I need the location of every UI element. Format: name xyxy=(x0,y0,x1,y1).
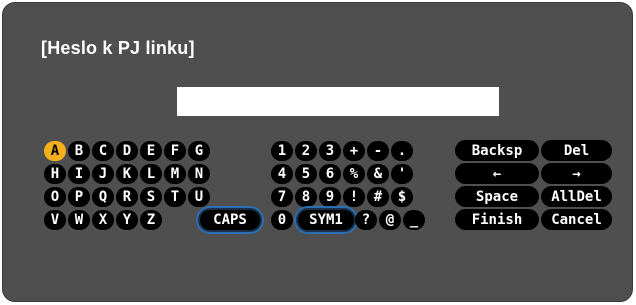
delete-button[interactable]: Del xyxy=(541,140,612,161)
key-d[interactable]: D xyxy=(116,141,138,161)
cursor-right-button[interactable]: → xyxy=(541,163,612,184)
key-apostrophe[interactable]: ' xyxy=(391,164,413,184)
key-q[interactable]: Q xyxy=(92,187,114,207)
key-c[interactable]: C xyxy=(92,141,114,161)
cursor-left-button[interactable]: ← xyxy=(455,163,539,184)
key-a[interactable]: A xyxy=(44,141,66,161)
key-g[interactable]: G xyxy=(188,141,210,161)
key-dollar[interactable]: $ xyxy=(391,187,413,207)
sym1-button[interactable]: SYM1 xyxy=(298,210,354,230)
key-n[interactable]: N xyxy=(188,164,210,184)
key-8[interactable]: 8 xyxy=(295,187,317,207)
key-l[interactable]: L xyxy=(140,164,162,184)
key-at[interactable]: @ xyxy=(379,210,401,230)
key-r[interactable]: R xyxy=(116,187,138,207)
key-3[interactable]: 3 xyxy=(319,141,341,161)
space-button[interactable]: Space xyxy=(455,186,539,207)
key-6[interactable]: 6 xyxy=(319,164,341,184)
key-4[interactable]: 4 xyxy=(271,164,293,184)
key-f[interactable]: F xyxy=(164,141,186,161)
key-exclamation[interactable]: ! xyxy=(343,187,365,207)
key-percent[interactable]: % xyxy=(343,164,365,184)
key-ampersand[interactable]: & xyxy=(367,164,389,184)
key-o[interactable]: O xyxy=(44,187,66,207)
key-s[interactable]: S xyxy=(140,187,162,207)
key-x[interactable]: X xyxy=(92,210,114,230)
key-hash[interactable]: # xyxy=(367,187,389,207)
key-2[interactable]: 2 xyxy=(295,141,317,161)
key-u[interactable]: U xyxy=(188,187,210,207)
key-1[interactable]: 1 xyxy=(271,141,293,161)
dialog-title: [Heslo k PJ linku] xyxy=(41,38,195,58)
key-y[interactable]: Y xyxy=(116,210,138,230)
key-question[interactable]: ? xyxy=(355,210,377,230)
key-z[interactable]: Z xyxy=(140,210,162,230)
caps-button[interactable]: CAPS xyxy=(200,210,260,230)
cancel-button[interactable]: Cancel xyxy=(541,209,612,230)
key-h[interactable]: H xyxy=(44,164,66,184)
key-t[interactable]: T xyxy=(164,187,186,207)
key-5[interactable]: 5 xyxy=(295,164,317,184)
key-7[interactable]: 7 xyxy=(271,187,293,207)
all-delete-button[interactable]: AllDel xyxy=(541,186,612,207)
key-underscore[interactable]: _ xyxy=(403,210,425,230)
key-b[interactable]: B xyxy=(68,141,90,161)
key-plus[interactable]: + xyxy=(343,141,365,161)
key-m[interactable]: M xyxy=(164,164,186,184)
key-0[interactable]: 0 xyxy=(271,210,293,230)
finish-button[interactable]: Finish xyxy=(455,209,539,230)
key-k[interactable]: K xyxy=(116,164,138,184)
key-period[interactable]: . xyxy=(391,141,413,161)
key-w[interactable]: W xyxy=(68,210,90,230)
key-minus[interactable]: - xyxy=(367,141,389,161)
key-j[interactable]: J xyxy=(92,164,114,184)
key-9[interactable]: 9 xyxy=(319,187,341,207)
key-v[interactable]: V xyxy=(44,210,66,230)
backspace-button[interactable]: Backsp xyxy=(455,140,539,161)
key-e[interactable]: E xyxy=(140,141,162,161)
key-i[interactable]: I xyxy=(68,164,90,184)
key-p[interactable]: P xyxy=(68,187,90,207)
password-input[interactable] xyxy=(177,87,499,116)
